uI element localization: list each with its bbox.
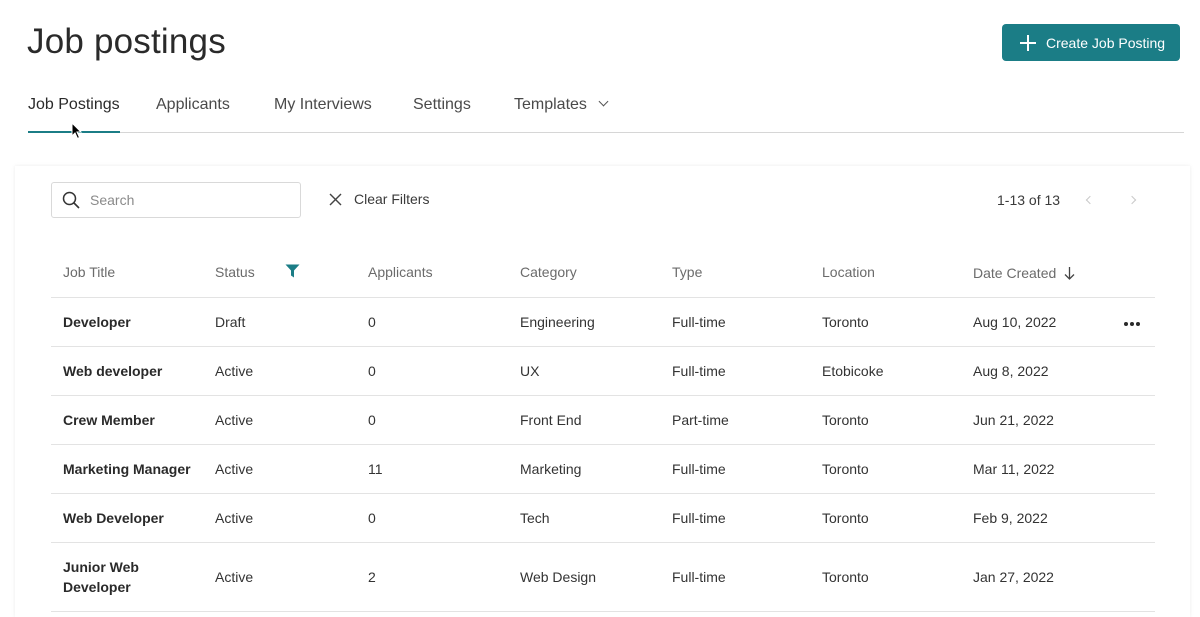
tab-label: My Interviews	[274, 96, 372, 113]
tab-label: Job Postings	[28, 96, 120, 113]
column-header-type[interactable]: Type	[660, 248, 810, 298]
job-title-cell: Web developer	[51, 346, 203, 396]
job-title-cell: Web Developer	[51, 493, 203, 543]
table-row[interactable]: Marketing Manager Active 11 Marketing Fu…	[51, 444, 1155, 494]
applicants-cell: 2	[356, 542, 508, 612]
status-cell: Active	[203, 493, 356, 543]
tab-label: Settings	[413, 96, 471, 113]
type-cell: Full-time	[660, 493, 810, 543]
status-cell: Active	[203, 346, 356, 396]
job-title-cell: Crew Member	[51, 395, 203, 445]
job-title-cell: Developer	[51, 297, 203, 347]
clear-filters-button[interactable]: Clear Filters	[329, 191, 429, 207]
tab-label: Applicants	[156, 96, 230, 113]
tab-label: Templates	[514, 96, 587, 113]
chevron-down-icon	[598, 96, 609, 107]
plus-icon	[1020, 34, 1036, 51]
column-header-job-title[interactable]: Job Title	[51, 248, 203, 298]
clear-filters-label: Clear Filters	[354, 191, 430, 207]
search-box[interactable]	[51, 182, 301, 218]
column-header-applicants[interactable]: Applicants	[356, 248, 508, 298]
search-input[interactable]	[90, 192, 280, 208]
job-postings-table: Job Title Status Applicants Category Typ…	[51, 248, 1155, 612]
location-cell: Toronto	[810, 493, 961, 543]
location-cell: Toronto	[810, 395, 961, 445]
tab-templates[interactable]: Templates	[514, 96, 609, 133]
search-icon	[62, 191, 80, 209]
status-cell: Active	[203, 444, 356, 494]
tab-bar: Job Postings Applicants My Interviews Se…	[28, 92, 1184, 133]
previous-page-button[interactable]	[1084, 194, 1096, 206]
tab-my-interviews[interactable]: My Interviews	[274, 96, 372, 133]
applicants-cell: 0	[356, 493, 508, 543]
filter-icon[interactable]	[285, 264, 300, 278]
table-row[interactable]: Developer Draft 0 Engineering Full-time …	[51, 297, 1155, 347]
type-cell: Part-time	[660, 395, 810, 445]
date-created-value: Aug 10, 2022	[973, 313, 1057, 330]
table-header-row: Job Title Status Applicants Category Typ…	[51, 248, 1155, 298]
chevron-right-icon	[1127, 195, 1137, 205]
category-cell: UX	[508, 346, 660, 396]
create-job-posting-button[interactable]: Create Job Posting	[1002, 24, 1180, 61]
status-cell: Draft	[203, 297, 356, 347]
type-cell: Full-time	[660, 346, 810, 396]
category-cell: Web Design	[508, 542, 660, 612]
status-cell: Active	[203, 542, 356, 612]
close-icon	[329, 193, 342, 205]
status-cell: Active	[203, 395, 356, 445]
location-cell: Etobicoke	[810, 346, 961, 396]
category-cell: Marketing	[508, 444, 660, 494]
date-created-cell: Feb 9, 2022	[961, 493, 1155, 543]
create-job-posting-label: Create Job Posting	[1046, 34, 1166, 51]
applicants-cell: 0	[356, 346, 508, 396]
applicants-cell: 0	[356, 297, 508, 347]
category-cell: Tech	[508, 493, 660, 543]
date-created-cell: Aug 8, 2022	[961, 346, 1155, 396]
column-header-date-created[interactable]: Date Created	[961, 248, 1155, 298]
column-header-status[interactable]: Status	[203, 248, 356, 298]
tab-applicants[interactable]: Applicants	[156, 96, 230, 133]
date-created-cell: Aug 10, 2022	[961, 297, 1155, 347]
job-title-cell: Junior Web Developer	[51, 542, 203, 612]
location-cell: Toronto	[810, 297, 961, 347]
table-row[interactable]: Junior Web Developer Active 2 Web Design…	[51, 542, 1155, 612]
date-created-cell: Jan 27, 2022	[961, 542, 1155, 612]
type-cell: Full-time	[660, 444, 810, 494]
next-page-button[interactable]	[1127, 194, 1140, 206]
type-cell: Full-time	[660, 542, 810, 612]
column-header-status-label: Status	[215, 264, 255, 281]
more-horizontal-icon[interactable]	[1124, 321, 1141, 326]
type-cell: Full-time	[660, 297, 810, 347]
category-cell: Front End	[508, 395, 660, 445]
page-title: Job postings	[27, 22, 226, 61]
pagination-range: 1-13 of 13	[997, 192, 1061, 208]
location-cell: Toronto	[810, 444, 961, 494]
table-row[interactable]: Web developer Active 0 UX Full-time Etob…	[51, 346, 1155, 396]
tab-settings[interactable]: Settings	[413, 96, 471, 133]
date-created-cell: Mar 11, 2022	[961, 444, 1155, 494]
applicants-cell: 11	[356, 444, 508, 494]
location-cell: Toronto	[810, 542, 961, 612]
arrow-down-icon	[1064, 266, 1075, 280]
date-created-cell: Jun 21, 2022	[961, 395, 1155, 445]
column-header-date-created-label: Date Created	[973, 264, 1057, 281]
chevron-left-icon	[1085, 195, 1095, 205]
applicants-cell: 0	[356, 395, 508, 445]
job-title-cell: Marketing Manager	[51, 444, 203, 494]
column-header-category[interactable]: Category	[508, 248, 660, 298]
column-header-location[interactable]: Location	[810, 248, 961, 298]
table-row[interactable]: Web Developer Active 0 Tech Full-time To…	[51, 493, 1155, 543]
table-row[interactable]: Crew Member Active 0 Front End Part-time…	[51, 395, 1155, 445]
category-cell: Engineering	[508, 297, 660, 347]
